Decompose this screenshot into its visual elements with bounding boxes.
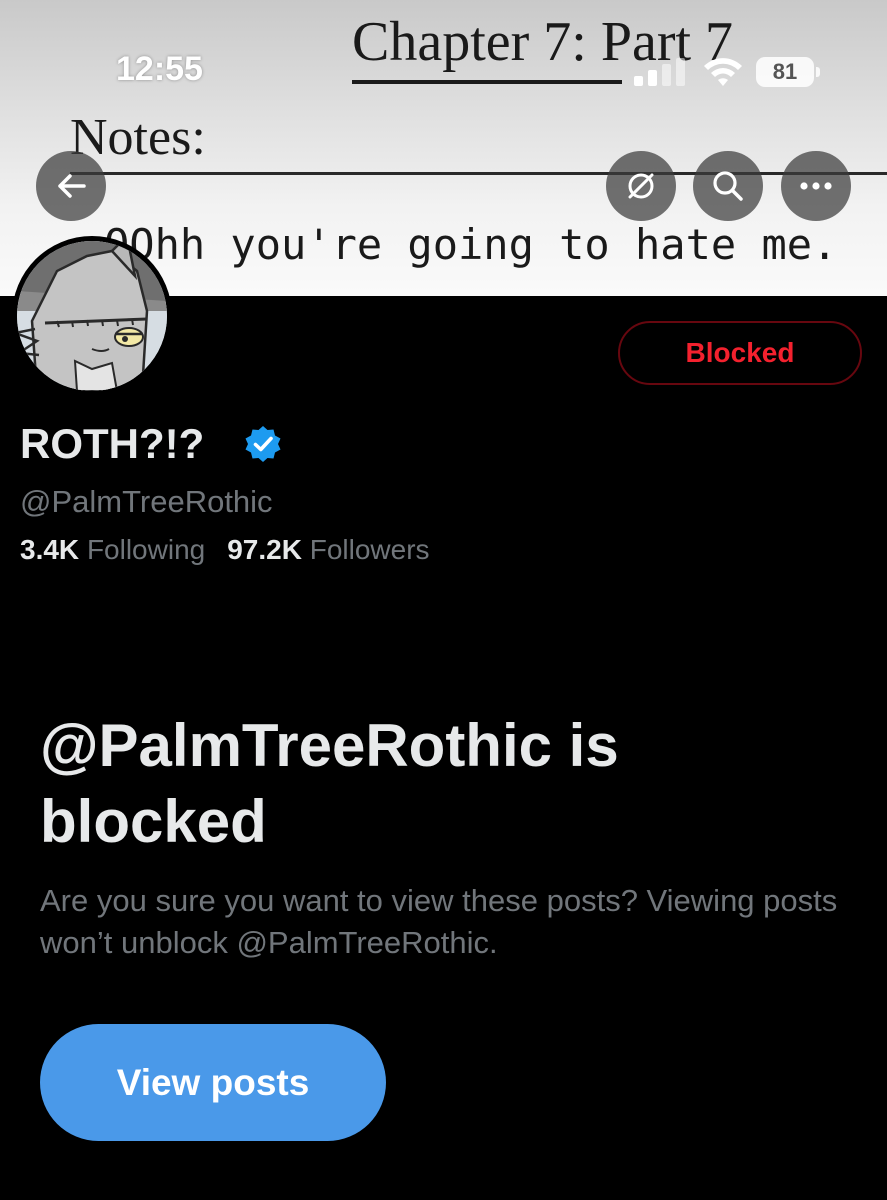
blocked-notice-title: @PalmTreeRothic is blocked (40, 712, 619, 855)
profile-handle: @PalmTreeRothic (20, 484, 273, 519)
arrow-left-icon (58, 174, 86, 198)
blocked-button[interactable]: Blocked (618, 321, 862, 385)
banner-divider (70, 172, 887, 175)
verified-badge-icon (245, 426, 281, 462)
wifi-icon (704, 58, 742, 86)
wolf-avatar-illustration (17, 241, 167, 391)
search-icon (713, 171, 743, 201)
blocked-notice-description: Are you sure you want to view these post… (40, 883, 838, 960)
followers-count: 97.2K (227, 534, 302, 565)
view-posts-button[interactable]: View posts (40, 1024, 386, 1141)
following-label: Following (86, 534, 206, 565)
battery-nub (816, 67, 820, 77)
avatar[interactable] (12, 236, 172, 396)
more-button[interactable] (781, 151, 851, 221)
display-name: ROTH?!? (20, 420, 205, 467)
crossed-out-circle-icon (628, 173, 654, 199)
followers-link[interactable]: 97.2K Followers (227, 534, 429, 565)
followers-label: Followers (309, 534, 430, 565)
follow-stats: 3.4K Following 97.2K Followers (20, 534, 430, 566)
cellular-signal-icon (634, 56, 690, 86)
banner-quote-text: OOhh you're going to hate me. (104, 220, 838, 269)
status-time: 12:55 (116, 50, 203, 88)
following-count: 3.4K (20, 534, 80, 565)
search-button[interactable] (693, 151, 763, 221)
unblock-toggle-button[interactable] (606, 151, 676, 221)
banner-underline (352, 80, 622, 84)
more-icon (800, 182, 832, 190)
status-icons: 81 (634, 54, 824, 90)
wolf-avatar (17, 241, 167, 391)
battery-icon: 81 (756, 57, 814, 87)
back-button[interactable] (36, 151, 106, 221)
following-link[interactable]: 3.4K Following (20, 534, 205, 565)
